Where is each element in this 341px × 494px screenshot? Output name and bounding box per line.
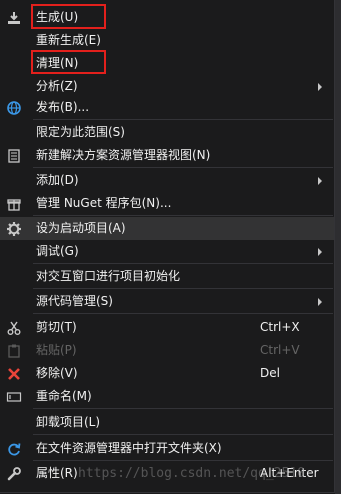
menu-separator (33, 408, 333, 409)
menu-item-label: 调试(G) (36, 244, 79, 258)
submenu-arrow-icon (318, 248, 322, 256)
menu-item-label: 在文件资源管理器中打开文件夹(X) (36, 441, 222, 455)
submenu-arrow-icon (318, 298, 322, 306)
submenu-arrow-icon (318, 83, 322, 91)
menu-item-cut[interactable]: 剪切(T) Ctrl+X (0, 316, 334, 339)
menu-item-label: 对交互窗口进行项目初始化 (36, 269, 181, 283)
shortcut-text: Del (260, 366, 280, 380)
annotation-box-build (31, 4, 106, 29)
menu-item-rebuild[interactable]: 重新生成(E) (0, 29, 334, 52)
menu-item-publish[interactable]: 发布(B)... (0, 96, 334, 119)
menu-item-label: 卸载项目(L) (36, 415, 101, 429)
menu-separator (33, 313, 333, 314)
menu-item-label: 管理 NuGet 程序包(N)... (36, 196, 172, 210)
wrench-icon (7, 467, 21, 481)
menu-item-paste: 粘贴(P) Ctrl+V (0, 339, 334, 362)
menu-separator (33, 215, 333, 216)
menu-separator (33, 288, 333, 289)
menu-item-label: 重新生成(E) (36, 33, 101, 47)
menu-item-interactive[interactable]: 对交互窗口进行项目初始化 (0, 265, 334, 288)
menu-item-debug[interactable]: 调试(G) (0, 240, 334, 263)
globe-icon (7, 101, 21, 115)
menu-separator (33, 434, 333, 435)
menu-item-label: 属性(R) (36, 466, 78, 480)
menu-item-scope[interactable]: 限定为此范围(S) (0, 121, 334, 144)
menu-item-label: 移除(V) (36, 366, 78, 380)
menu-item-label: 源代码管理(S) (36, 294, 113, 308)
menu-item-startup[interactable]: 设为启动项目(A) (0, 217, 334, 240)
submenu-arrow-icon (318, 177, 322, 185)
rename-icon (6, 392, 22, 402)
menu-item-label: 剪切(T) (36, 320, 77, 334)
context-menu: 生成(U) 重新生成(E) 清理(N) 分析(Z) 发布(B)... 限定为此范… (0, 0, 335, 493)
menu-item-label: 粘贴(P) (36, 343, 77, 357)
shortcut-text: Ctrl+V (260, 343, 300, 357)
package-icon (7, 199, 21, 211)
solution-explorer-icon (8, 149, 20, 163)
build-icon (8, 12, 20, 24)
menu-item-label: 添加(D) (36, 173, 79, 187)
menu-item-label: 分析(Z) (36, 79, 78, 93)
menu-item-label: 重命名(M) (36, 389, 92, 403)
menu-item-label: 限定为此范围(S) (36, 125, 125, 139)
scissors-icon (7, 321, 21, 335)
menu-item-analyze[interactable]: 分析(Z) (0, 75, 334, 98)
menu-item-open-folder[interactable]: 在文件资源管理器中打开文件夹(X) (0, 437, 334, 460)
annotation-box-clean (31, 50, 106, 74)
menu-item-label: 发布(B)... (36, 100, 90, 114)
menu-item-label: 设为启动项目(A) (36, 221, 126, 235)
delete-x-icon (8, 368, 20, 380)
menu-separator (33, 167, 333, 168)
menu-item-nuget[interactable]: 管理 NuGet 程序包(N)... (0, 192, 334, 215)
clipboard-icon (8, 344, 20, 358)
menu-item-add[interactable]: 添加(D) (0, 169, 334, 192)
menu-separator (33, 119, 333, 120)
menu-item-unload[interactable]: 卸载项目(L) (0, 411, 334, 434)
shortcut-text: Alt+Enter (260, 466, 319, 480)
menu-item-rename[interactable]: 重命名(M) (0, 385, 334, 408)
menu-item-label: 新建解决方案资源管理器视图(N) (36, 148, 211, 162)
window-edge (335, 0, 341, 494)
gear-icon (7, 222, 21, 236)
refresh-arrow-icon (8, 443, 21, 456)
menu-item-properties[interactable]: 属性(R) Alt+Enter (0, 462, 334, 485)
menu-item-remove[interactable]: 移除(V) Del (0, 362, 334, 385)
shortcut-text: Ctrl+X (260, 320, 300, 334)
menu-separator (33, 263, 333, 264)
menu-item-new-view[interactable]: 新建解决方案资源管理器视图(N) (0, 144, 334, 167)
menu-item-source-control[interactable]: 源代码管理(S) (0, 290, 334, 313)
menu-separator (33, 460, 333, 461)
